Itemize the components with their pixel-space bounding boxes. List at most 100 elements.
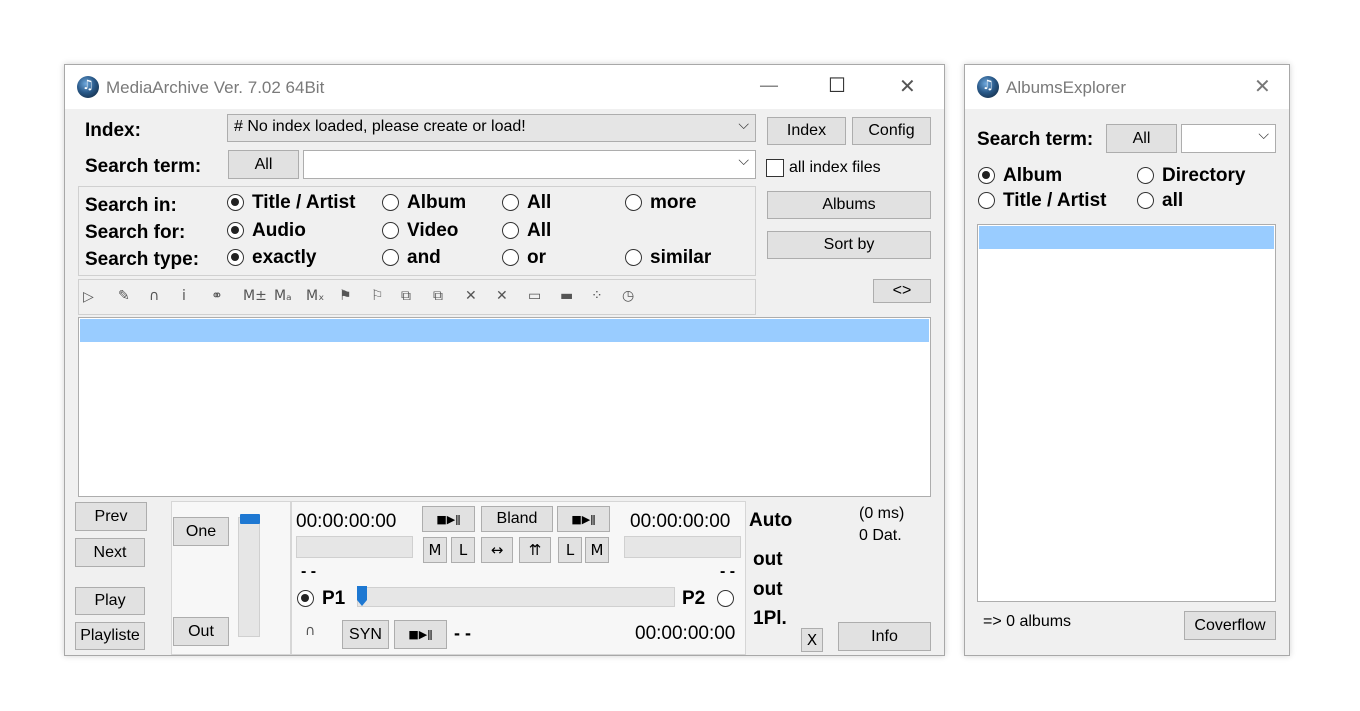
copy-icon[interactable]: ⧉ <box>401 288 411 304</box>
m-left-button[interactable]: M <box>423 537 447 563</box>
search-type-exactly-radio[interactable] <box>227 249 244 266</box>
info-icon[interactable]: ⅰ <box>182 288 186 304</box>
albums-button[interactable]: Albums <box>767 191 931 219</box>
albums-all-radio[interactable] <box>1137 192 1154 209</box>
search-in-more-label: more <box>650 192 697 213</box>
play-icon[interactable]: ▷ <box>83 289 94 305</box>
p2-label: P2 <box>682 588 706 609</box>
prev-button[interactable]: Prev <box>75 502 147 531</box>
index-button[interactable]: Index <box>767 117 846 145</box>
app-icon <box>977 76 999 98</box>
dash-right: - - <box>720 563 736 580</box>
results-list[interactable] <box>78 317 931 497</box>
one-button[interactable]: One <box>173 517 229 546</box>
auto-label[interactable]: Auto <box>749 510 792 532</box>
m-a-icon[interactable]: Mₐ <box>274 288 292 304</box>
selected-row[interactable] <box>979 226 1274 249</box>
out-label-1[interactable]: out <box>753 549 783 571</box>
search-for-all-radio[interactable] <box>502 222 519 239</box>
toggle-panel-button[interactable]: <> <box>873 279 931 303</box>
volume-track[interactable] <box>238 517 260 637</box>
headphones-icon[interactable]: ∩ <box>149 288 159 304</box>
index-select[interactable]: # No index loaded, please create or load… <box>227 114 756 142</box>
flag-icon[interactable]: ⚑ <box>339 288 352 304</box>
m-x-icon[interactable]: Mₓ <box>306 288 324 304</box>
search-in-more-radio[interactable] <box>625 194 642 211</box>
search-type-similar-radio[interactable] <box>625 249 642 266</box>
albums-title-artist-radio[interactable] <box>978 192 995 209</box>
flag2-icon[interactable]: ⚐ <box>371 288 384 304</box>
sort-by-button[interactable]: Sort by <box>767 231 931 259</box>
search-type-and-radio[interactable] <box>382 249 399 266</box>
timer-icon[interactable]: ◷ <box>622 288 634 304</box>
search-for-video-radio[interactable] <box>382 222 399 239</box>
search-type-similar-label: similar <box>650 247 712 268</box>
out-button[interactable]: Out <box>173 617 229 646</box>
x-button[interactable]: X <box>801 628 823 652</box>
copy2-icon[interactable]: ⧉ <box>433 288 443 304</box>
time-left: 00:00:00:00 <box>296 511 397 532</box>
play-button[interactable]: Play <box>75 587 145 615</box>
delete2-icon[interactable]: ✕ <box>496 288 508 304</box>
close-button[interactable]: ✕ <box>1254 74 1271 98</box>
coverflow-button[interactable]: Coverflow <box>1184 611 1276 640</box>
search-input[interactable]: ⌵ <box>303 150 756 179</box>
chevron-down-icon: ⌵ <box>738 117 749 133</box>
albums-titlebar[interactable]: AlbumsExplorer ✕ <box>965 65 1289 109</box>
search-for-audio-radio[interactable] <box>227 222 244 239</box>
stop-play-icon: ■▶ǁ <box>571 512 596 526</box>
minimize-button[interactable]: — <box>759 73 779 97</box>
close-button[interactable]: ✕ <box>899 74 916 98</box>
volume-handle[interactable] <box>240 514 260 524</box>
stop-play-right-button[interactable]: ■▶ǁ <box>557 506 610 532</box>
p1-radio[interactable] <box>297 590 314 607</box>
info-button[interactable]: Info <box>838 622 931 651</box>
albums-list[interactable] <box>977 224 1276 602</box>
main-titlebar[interactable]: MediaArchive Ver. 7.02 64Bit — ☐ ✕ <box>65 65 944 109</box>
albums-album-radio[interactable] <box>978 167 995 184</box>
next-button[interactable]: Next <box>75 538 145 567</box>
config-button[interactable]: Config <box>852 117 931 145</box>
position-track[interactable] <box>357 587 675 607</box>
headphones-icon[interactable]: ∩ <box>305 623 315 639</box>
search-all-button[interactable]: All <box>228 150 299 179</box>
m-plus-icon[interactable]: M± <box>243 288 267 304</box>
search-type-exactly-label: exactly <box>252 247 317 268</box>
selected-row[interactable] <box>80 319 929 342</box>
albums-all-button[interactable]: All <box>1106 124 1177 153</box>
search-in-title-artist-radio[interactable] <box>227 194 244 211</box>
playlist-button[interactable]: Playliste <box>75 622 145 650</box>
search-type-and-label: and <box>407 247 441 268</box>
dash-bottom: - - <box>454 623 471 643</box>
m-right-button[interactable]: M <box>585 537 609 563</box>
toolbar <box>78 279 756 315</box>
one-playlist-label[interactable]: 1Pl. <box>753 608 787 630</box>
p2-radio[interactable] <box>717 590 734 607</box>
drive-icon[interactable]: ▬ <box>560 288 573 304</box>
search-in-album-radio[interactable] <box>382 194 399 211</box>
up-button[interactable]: ⇈ <box>519 537 551 563</box>
group-icon[interactable]: ⚭ <box>211 288 223 304</box>
maximize-button[interactable]: ☐ <box>828 73 846 97</box>
l-right-button[interactable]: L <box>558 537 582 563</box>
swap-button[interactable]: ↔ <box>481 537 513 563</box>
albums-search-select[interactable]: ⌵ <box>1181 124 1276 153</box>
albums-directory-radio[interactable] <box>1137 167 1154 184</box>
l-left-button[interactable]: L <box>451 537 475 563</box>
syn-button[interactable]: SYN <box>342 620 389 649</box>
app-icon <box>77 76 99 98</box>
delete-icon[interactable]: ✕ <box>465 288 477 304</box>
search-type-or-radio[interactable] <box>502 249 519 266</box>
stop-play-bottom-button[interactable]: ■▶ǁ <box>394 620 447 649</box>
edit-icon[interactable]: ✎ <box>118 288 130 304</box>
progress-right <box>624 536 741 558</box>
albums-window-title: AlbumsExplorer <box>1006 78 1126 97</box>
search-in-all-radio[interactable] <box>502 194 519 211</box>
stop-play-left-button[interactable]: ■▶ǁ <box>422 506 475 532</box>
out-label-2[interactable]: out <box>753 579 783 601</box>
link-icon[interactable]: ⁘ <box>591 288 603 304</box>
folder-icon[interactable]: ▭ <box>528 288 541 304</box>
bland-button[interactable]: Bland <box>481 506 553 532</box>
all-index-files-checkbox[interactable] <box>766 159 784 177</box>
search-in-all-label: All <box>527 192 552 213</box>
